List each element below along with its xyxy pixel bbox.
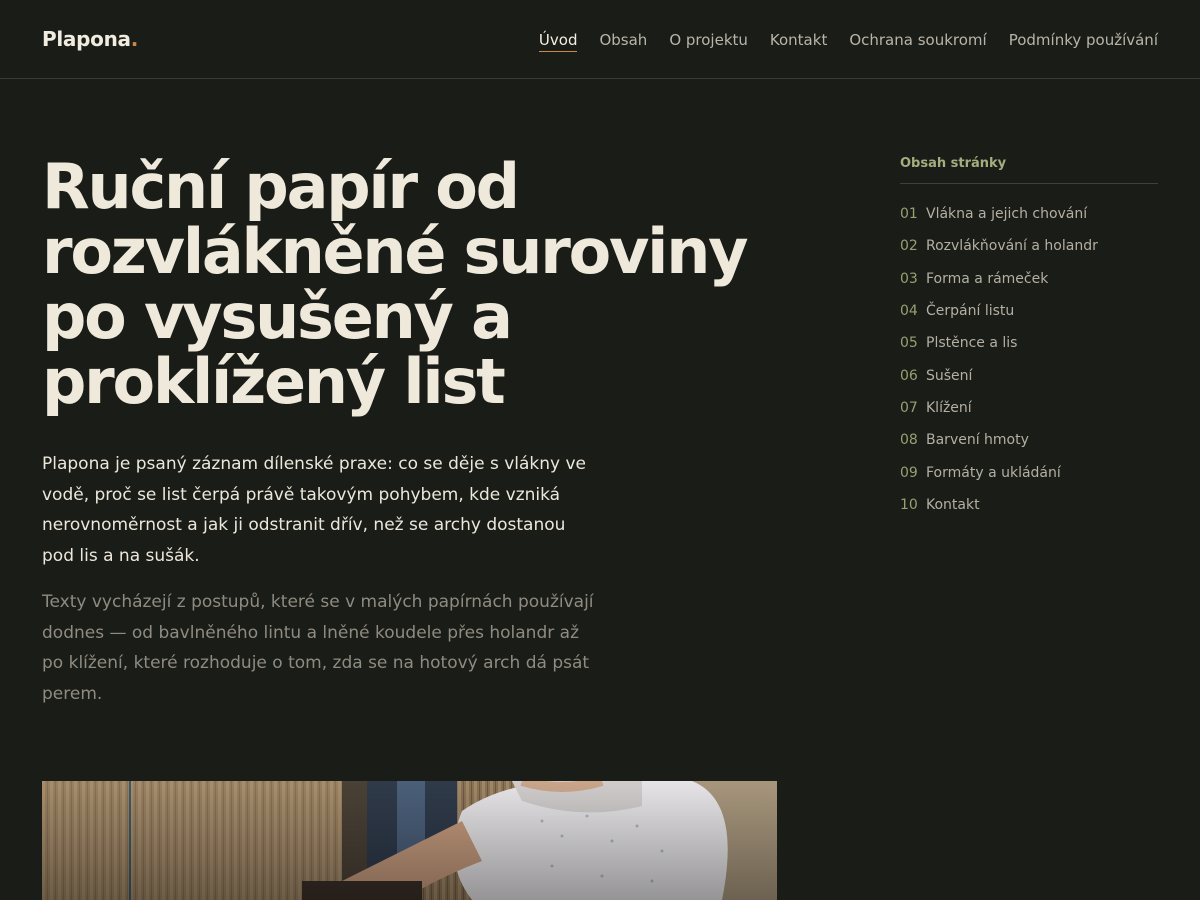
toc-item-number: 01 bbox=[900, 206, 918, 223]
toc-heading: Obsah stránky bbox=[900, 156, 1158, 184]
main-nav: Úvod Obsah O projektu Kontakt Ochrana so… bbox=[538, 31, 1158, 52]
toc-item-number: 09 bbox=[900, 464, 918, 481]
toc-item[interactable]: 10 Kontakt bbox=[900, 489, 1158, 521]
logo-dot: . bbox=[130, 27, 139, 51]
nav-item-podminky-pouzivani[interactable]: Podmínky používání bbox=[1009, 31, 1158, 52]
logo-text: Plapona bbox=[42, 27, 131, 51]
hero-photo bbox=[42, 781, 777, 900]
toc-item-label: Vlákna a jejich chování bbox=[926, 206, 1088, 223]
site-logo[interactable]: Plapona. bbox=[42, 27, 138, 51]
nav-item-ochrana-soukromi[interactable]: Ochrana soukromí bbox=[849, 31, 986, 52]
table-of-contents: Obsah stránky 01 Vlákna a jejich chování … bbox=[900, 156, 1158, 521]
nav-item-obsah[interactable]: Obsah bbox=[599, 31, 647, 52]
hero-lead-paragraph: Plapona je psaný záznam dílenské praxe: … bbox=[42, 454, 587, 566]
toc-item-label: Plstěnce a lis bbox=[926, 335, 1018, 352]
site-header: Plapona. Úvod Obsah O projektu Kontakt O… bbox=[0, 0, 1200, 79]
toc-item-label: Barvení hmoty bbox=[926, 432, 1029, 449]
nav-item-uvod[interactable]: Úvod bbox=[538, 31, 578, 52]
nav-item-kontakt[interactable]: Kontakt bbox=[770, 31, 827, 52]
toc-item[interactable]: 08 Barvení hmoty bbox=[900, 424, 1158, 456]
toc-item-number: 03 bbox=[900, 270, 918, 287]
toc-item[interactable]: 06 Sušení bbox=[900, 359, 1158, 391]
toc-list: 01 Vlákna a jejich chování 02 Rozvlákňován… bbox=[900, 198, 1158, 521]
toc-item[interactable]: 07 Klížení bbox=[900, 392, 1158, 424]
toc-item-label: Kontakt bbox=[926, 496, 980, 513]
toc-item-number: 06 bbox=[900, 367, 918, 384]
toc-item-number: 04 bbox=[900, 303, 918, 320]
hero-secondary-paragraph: Texty vycházejí z postupů, které se v ma… bbox=[42, 592, 594, 704]
nav-item-o-projektu[interactable]: O projektu bbox=[669, 31, 748, 52]
toc-item[interactable]: 03 Forma a rámeček bbox=[900, 263, 1158, 295]
toc-item-number: 08 bbox=[900, 432, 918, 449]
papermaker-photo-illustration bbox=[42, 781, 777, 900]
toc-item[interactable]: 02 Rozvlákňování a holandr bbox=[900, 230, 1158, 262]
toc-item-label: Rozvlákňování a holandr bbox=[926, 238, 1098, 255]
toc-item-number: 10 bbox=[900, 496, 918, 513]
toc-item[interactable]: 05 Plstěnce a lis bbox=[900, 327, 1158, 359]
toc-item-number: 07 bbox=[900, 399, 918, 416]
toc-item-number: 05 bbox=[900, 335, 918, 352]
toc-item[interactable]: 04 Čerpání listu bbox=[900, 295, 1158, 327]
toc-item[interactable]: 09 Formáty a ukládání bbox=[900, 456, 1158, 488]
toc-item-label: Formáty a ukládání bbox=[926, 464, 1061, 481]
toc-item-label: Čerpání listu bbox=[926, 303, 1015, 320]
toc-item-label: Sušení bbox=[926, 367, 973, 384]
toc-item-number: 02 bbox=[900, 238, 918, 255]
hero-title: Ruční papír od rozvlákněné suroviny po v… bbox=[42, 150, 749, 418]
toc-item-label: Forma a rámeček bbox=[926, 270, 1049, 287]
toc-item-label: Klížení bbox=[926, 399, 972, 416]
toc-item[interactable]: 01 Vlákna a jejich chování bbox=[900, 198, 1158, 230]
